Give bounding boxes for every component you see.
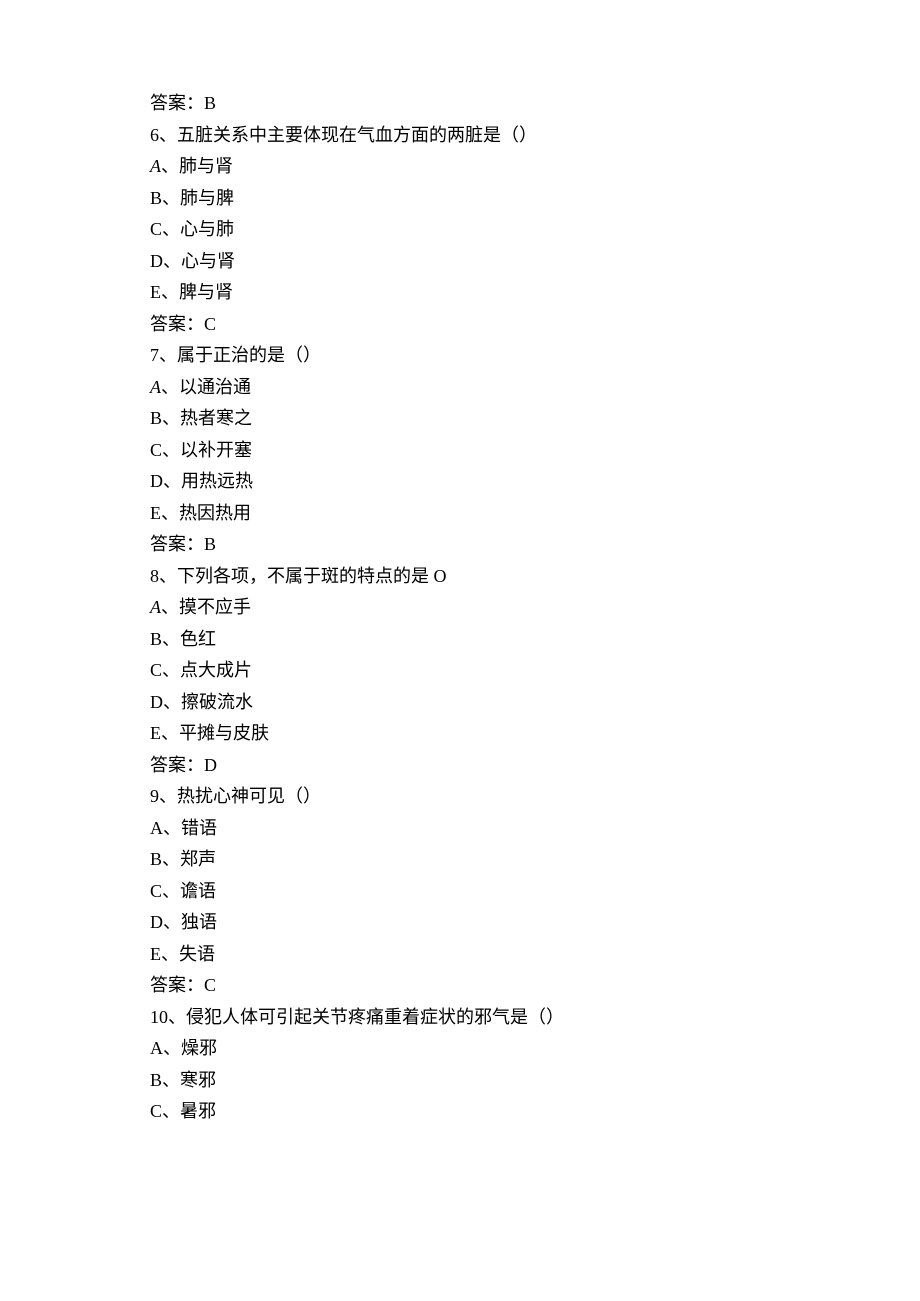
text-line-q10_c: C、暑邪	[150, 1096, 770, 1128]
text-line-q9_a: A、错语	[150, 813, 770, 845]
text-line-ans7: 答案：B	[150, 529, 770, 561]
text-line-q6_c: C、心与肺	[150, 214, 770, 246]
option-text: 、以通治通	[161, 377, 251, 397]
text-line-q9_c: C、谵语	[150, 876, 770, 908]
text-line-q10_b: B、寒邪	[150, 1065, 770, 1097]
text-line-q7_stem: 7、属于正治的是（）	[150, 340, 770, 372]
text-line-ans9: 答案：C	[150, 970, 770, 1002]
text-line-q6_e: E、脾与肾	[150, 277, 770, 309]
text-line-q6_d: D、心与肾	[150, 246, 770, 278]
text-line-q9_b: B、郑声	[150, 844, 770, 876]
text-line-q6_stem: 6、五脏关系中主要体现在气血方面的两脏是（）	[150, 120, 770, 152]
text-line-q7_d: D、用热远热	[150, 466, 770, 498]
option-letter-a: A	[150, 156, 161, 176]
text-line-q9_d: D、独语	[150, 907, 770, 939]
text-line-q8_a: A、摸不应手	[150, 592, 770, 624]
text-line-ans5: 答案：B	[150, 88, 770, 120]
text-line-q9_e: E、失语	[150, 939, 770, 971]
text-line-q10_a: A、燥邪	[150, 1033, 770, 1065]
text-line-q6_b: B、肺与脾	[150, 183, 770, 215]
text-line-q7_e: E、热因热用	[150, 498, 770, 530]
text-line-q6_a: A、肺与肾	[150, 151, 770, 183]
text-line-q8_e: E、平摊与皮肤	[150, 718, 770, 750]
option-text: 、摸不应手	[161, 597, 251, 617]
option-text: 、肺与肾	[161, 156, 233, 176]
text-line-q7_b: B、热者寒之	[150, 403, 770, 435]
text-line-q8_stem: 8、下列各项，不属于斑的特点的是 O	[150, 561, 770, 593]
document-content: 答案：B6、五脏关系中主要体现在气血方面的两脏是（）A、肺与肾B、肺与脾C、心与…	[150, 88, 770, 1128]
text-line-q7_c: C、以补开塞	[150, 435, 770, 467]
option-letter-a: A	[150, 377, 161, 397]
text-line-ans6: 答案：C	[150, 309, 770, 341]
text-line-ans8: 答案：D	[150, 750, 770, 782]
text-line-q8_d: D、擦破流水	[150, 687, 770, 719]
document-page: 答案：B6、五脏关系中主要体现在气血方面的两脏是（）A、肺与肾B、肺与脾C、心与…	[0, 0, 920, 1301]
text-line-q9_stem: 9、热扰心神可见（）	[150, 781, 770, 813]
text-line-q10_stem: 10、侵犯人体可引起关节疼痛重着症状的邪气是（）	[150, 1002, 770, 1034]
option-letter-a: A	[150, 597, 161, 617]
text-line-q8_c: C、点大成片	[150, 655, 770, 687]
text-line-q7_a: A、以通治通	[150, 372, 770, 404]
text-line-q8_b: B、色红	[150, 624, 770, 656]
